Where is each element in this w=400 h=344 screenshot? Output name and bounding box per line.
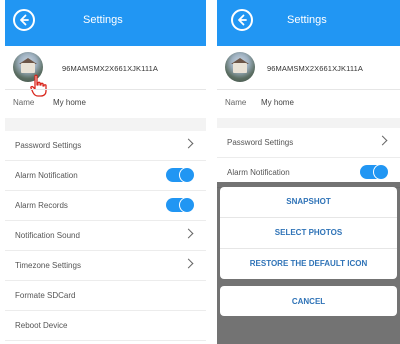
- pointer-hand-icon: [30, 74, 47, 97]
- restore-default-icon-label: RESTORE THE DEFAULT ICON: [249, 259, 368, 268]
- page-title: Settings: [83, 14, 123, 26]
- restore-default-icon-option[interactable]: RESTORE THE DEFAULT ICON: [220, 249, 397, 279]
- device-id: 96MAMSMX2X661XJK111A: [62, 64, 158, 73]
- row-label: Password Settings: [227, 138, 294, 147]
- chevron-right-icon: [377, 135, 388, 146]
- header-bar: Settings: [5, 0, 206, 46]
- name-label: Name: [13, 98, 35, 107]
- row-timezone-settings[interactable]: Timezone Settings: [5, 251, 206, 281]
- house-icon: [21, 63, 35, 73]
- house-icon: [233, 63, 247, 73]
- action-sheet: SNAPSHOT SELECT PHOTOS RESTORE THE DEFAU…: [220, 187, 397, 279]
- row-alarm-notification: Alarm Notification: [5, 161, 206, 191]
- divider: [5, 89, 206, 90]
- chevron-right-icon: [183, 228, 194, 239]
- page-title: Settings: [287, 14, 327, 26]
- alarm-records-toggle[interactable]: [166, 197, 195, 213]
- name-label: Name: [225, 98, 247, 107]
- row-label: Alarm Notification: [15, 171, 78, 180]
- settings-screen-right: Settings 96MAMSMX2X661XJK111A Name My ho…: [217, 0, 400, 344]
- back-arrow-icon[interactable]: [231, 9, 253, 31]
- chevron-right-icon: [183, 258, 194, 269]
- alarm-notification-toggle[interactable]: [360, 164, 389, 180]
- device-id: 96MAMSMX2X661XJK111A: [267, 64, 363, 73]
- settings-list: Password Settings Alarm Notification Ala…: [5, 131, 206, 344]
- row-alarm-records: Alarm Records: [5, 191, 206, 221]
- chevron-right-icon: [183, 138, 194, 149]
- settings-screen-left: Settings 96MAMSMX2X661XJK111A Name My ho…: [5, 0, 206, 344]
- divider: [217, 89, 400, 90]
- device-profile: 96MAMSMX2X661XJK111A Name My home: [217, 46, 400, 118]
- row-notification-sound[interactable]: Notification Sound: [5, 221, 206, 251]
- device-name-value[interactable]: My home: [53, 98, 86, 107]
- row-label: Notification Sound: [15, 231, 80, 240]
- snapshot-option[interactable]: SNAPSHOT: [220, 187, 397, 218]
- device-avatar[interactable]: [225, 52, 255, 82]
- back-arrow-icon[interactable]: [13, 9, 35, 31]
- row-label: Alarm Notification: [227, 168, 290, 177]
- alarm-notification-toggle[interactable]: [166, 167, 195, 183]
- row-label: Password Settings: [15, 141, 82, 150]
- row-format-sdcard[interactable]: Formate SDCard: [5, 281, 206, 311]
- row-password-settings[interactable]: Password Settings: [217, 128, 400, 158]
- row-label: Formate SDCard: [15, 291, 76, 300]
- cancel-label: CANCEL: [291, 297, 326, 306]
- row-label: Alarm Records: [15, 201, 68, 210]
- cancel-button[interactable]: CANCEL: [220, 286, 397, 316]
- select-photos-label: SELECT PHOTOS: [274, 228, 343, 237]
- device-name-value[interactable]: My home: [261, 98, 294, 107]
- header-bar: Settings: [217, 0, 400, 46]
- row-label: Timezone Settings: [15, 261, 81, 270]
- select-photos-option[interactable]: SELECT PHOTOS: [220, 218, 397, 249]
- row-label: Reboot Device: [15, 321, 68, 330]
- device-profile: 96MAMSMX2X661XJK111A Name My home: [5, 46, 206, 118]
- row-password-settings[interactable]: Password Settings: [5, 131, 206, 161]
- snapshot-label: SNAPSHOT: [286, 197, 331, 206]
- row-reboot-device[interactable]: Reboot Device: [5, 311, 206, 341]
